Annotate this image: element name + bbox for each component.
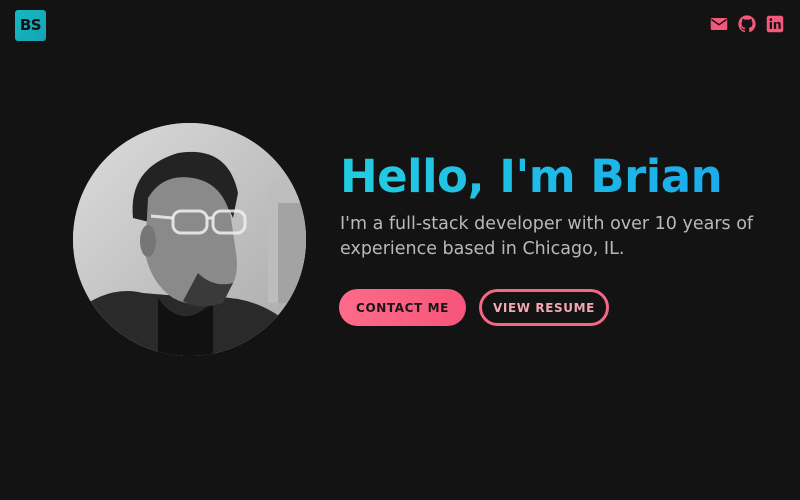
github-icon <box>738 15 756 33</box>
mail-icon <box>710 18 728 30</box>
hero-subtitle: I'm a full-stack developer with over 10 … <box>340 214 754 259</box>
hero-buttons: CONTACT ME VIEW RESUME <box>339 289 609 326</box>
github-link[interactable] <box>738 15 756 33</box>
hero-text: Hello, I'm Brian I'm a full-stack develo… <box>340 148 780 262</box>
profile-photo <box>73 123 306 356</box>
social-links <box>710 15 784 33</box>
site-logo[interactable]: BS <box>15 10 46 41</box>
hero-headline: Hello, I'm Brian <box>340 148 780 206</box>
linkedin-link[interactable] <box>766 15 784 33</box>
linkedin-icon <box>766 15 784 33</box>
view-resume-button[interactable]: VIEW RESUME <box>479 289 609 326</box>
contact-me-button[interactable]: CONTACT ME <box>339 289 466 326</box>
profile-avatar <box>73 123 306 356</box>
email-link[interactable] <box>710 15 728 33</box>
page: BS Hello, I'm Brian I'm a full-stack dev… <box>0 0 800 500</box>
